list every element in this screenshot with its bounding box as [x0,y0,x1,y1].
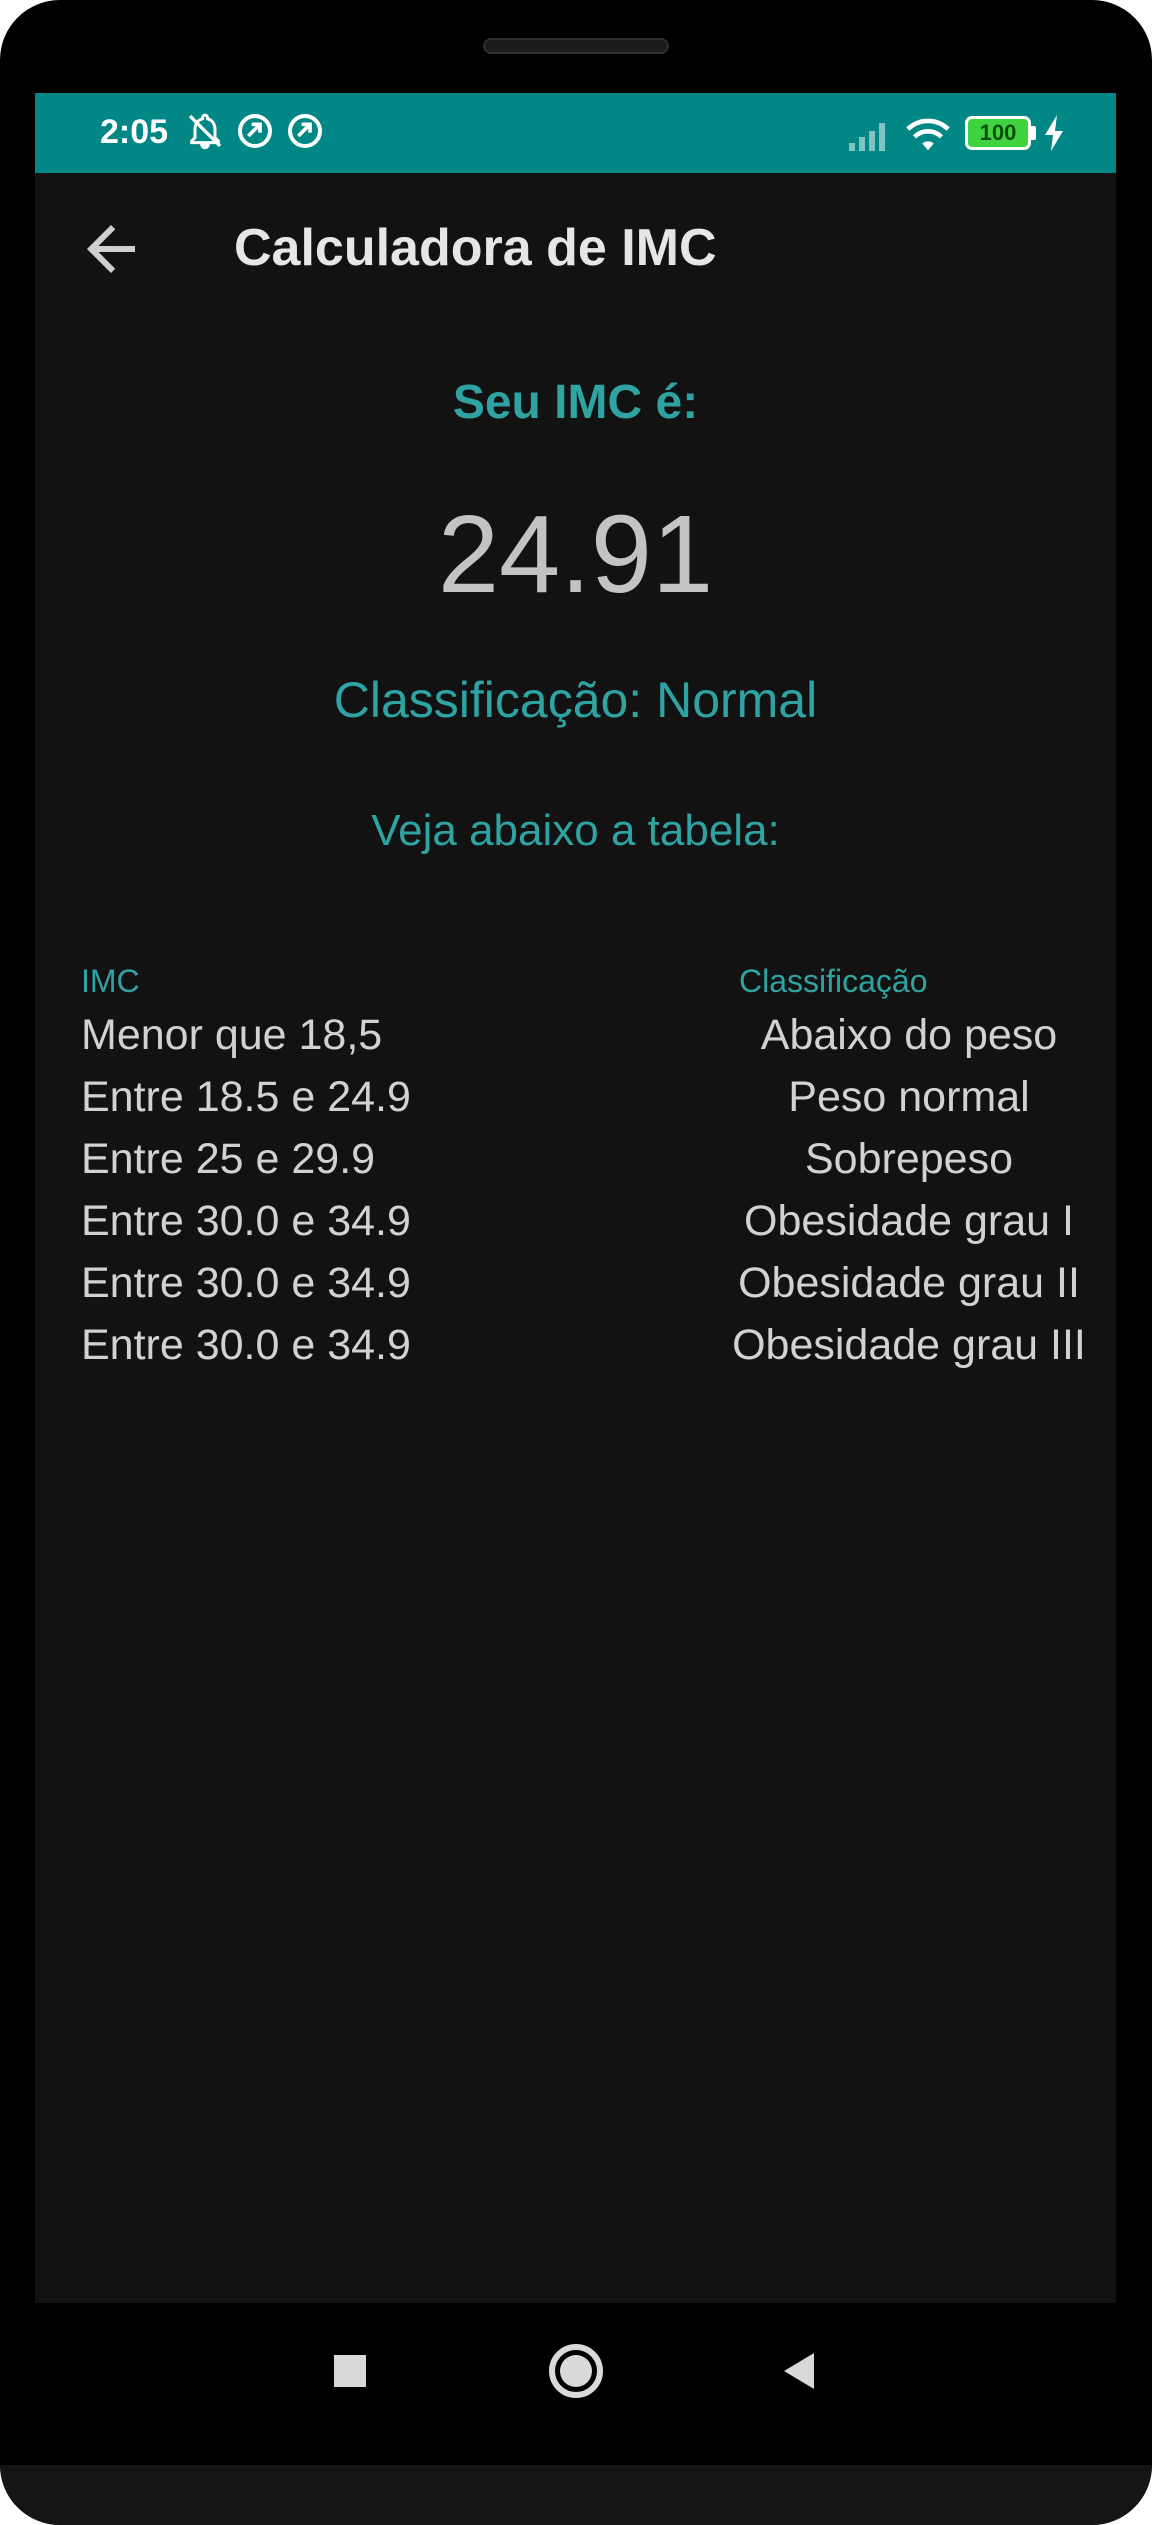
back-icon[interactable] [778,2349,818,2393]
sync-icon [238,114,272,148]
arrow-back-icon[interactable] [75,213,147,285]
imc-classification: Classificação: Normal [333,672,818,728]
table-row-imc: Entre 30.0 e 34.9 [81,1197,411,1245]
page-title: Calculadora de IMC [234,219,717,277]
speaker-grille [483,38,669,54]
sync-icon [288,114,322,148]
screen: 2:05 100 Calculadora de IMC Seu IMC é: 2… [35,93,1116,2303]
imc-result-label: Seu IMC é: [452,376,699,429]
battery-level: 100 [979,120,1017,145]
home-icon[interactable] [548,2343,604,2399]
phone-frame: 2:05 100 Calculadora de IMC Seu IMC é: 2… [0,0,1152,2525]
table-header-imc: IMC [81,963,140,999]
bottom-bezel [0,2465,1152,2525]
table-row-imc: Entre 30.0 e 34.9 [81,1321,411,1369]
recents-icon[interactable] [330,2351,370,2391]
signal-icon [849,123,885,151]
status-bar: 2:05 100 [35,93,1116,173]
table-row-imc: Entre 30.0 e 34.9 [81,1259,411,1307]
table-row-imc: Entre 18.5 e 24.9 [81,1073,411,1121]
table-row-classification: Sobrepeso [805,1135,1013,1183]
table-caption: Veja abaixo a tabela: [371,806,780,855]
battery-tip [1031,126,1036,140]
table-row-imc: Entre 25 e 29.9 [81,1135,376,1183]
table-row-classification: Peso normal [788,1073,1030,1121]
charging-icon [1045,115,1063,151]
battery-icon: 100 [965,116,1031,150]
table-row-classification: Obesidade grau III [732,1321,1086,1369]
table-header-classification: Classificação [739,963,928,999]
status-time: 2:05 [100,113,169,151]
app-bar: Calculadora de IMC [35,173,1116,333]
wifi-icon [906,118,950,151]
system-nav-bar [0,2303,1152,2465]
table-row-classification: Obesidade grau I [744,1197,1074,1245]
table-row-imc: Menor que 18,5 [81,1011,383,1059]
table-row-classification: Abaixo do peso [760,1011,1058,1059]
table-row-classification: Obesidade grau II [738,1259,1080,1307]
imc-result-value: 24.91 [437,493,714,616]
notifications-off-icon [188,113,222,150]
